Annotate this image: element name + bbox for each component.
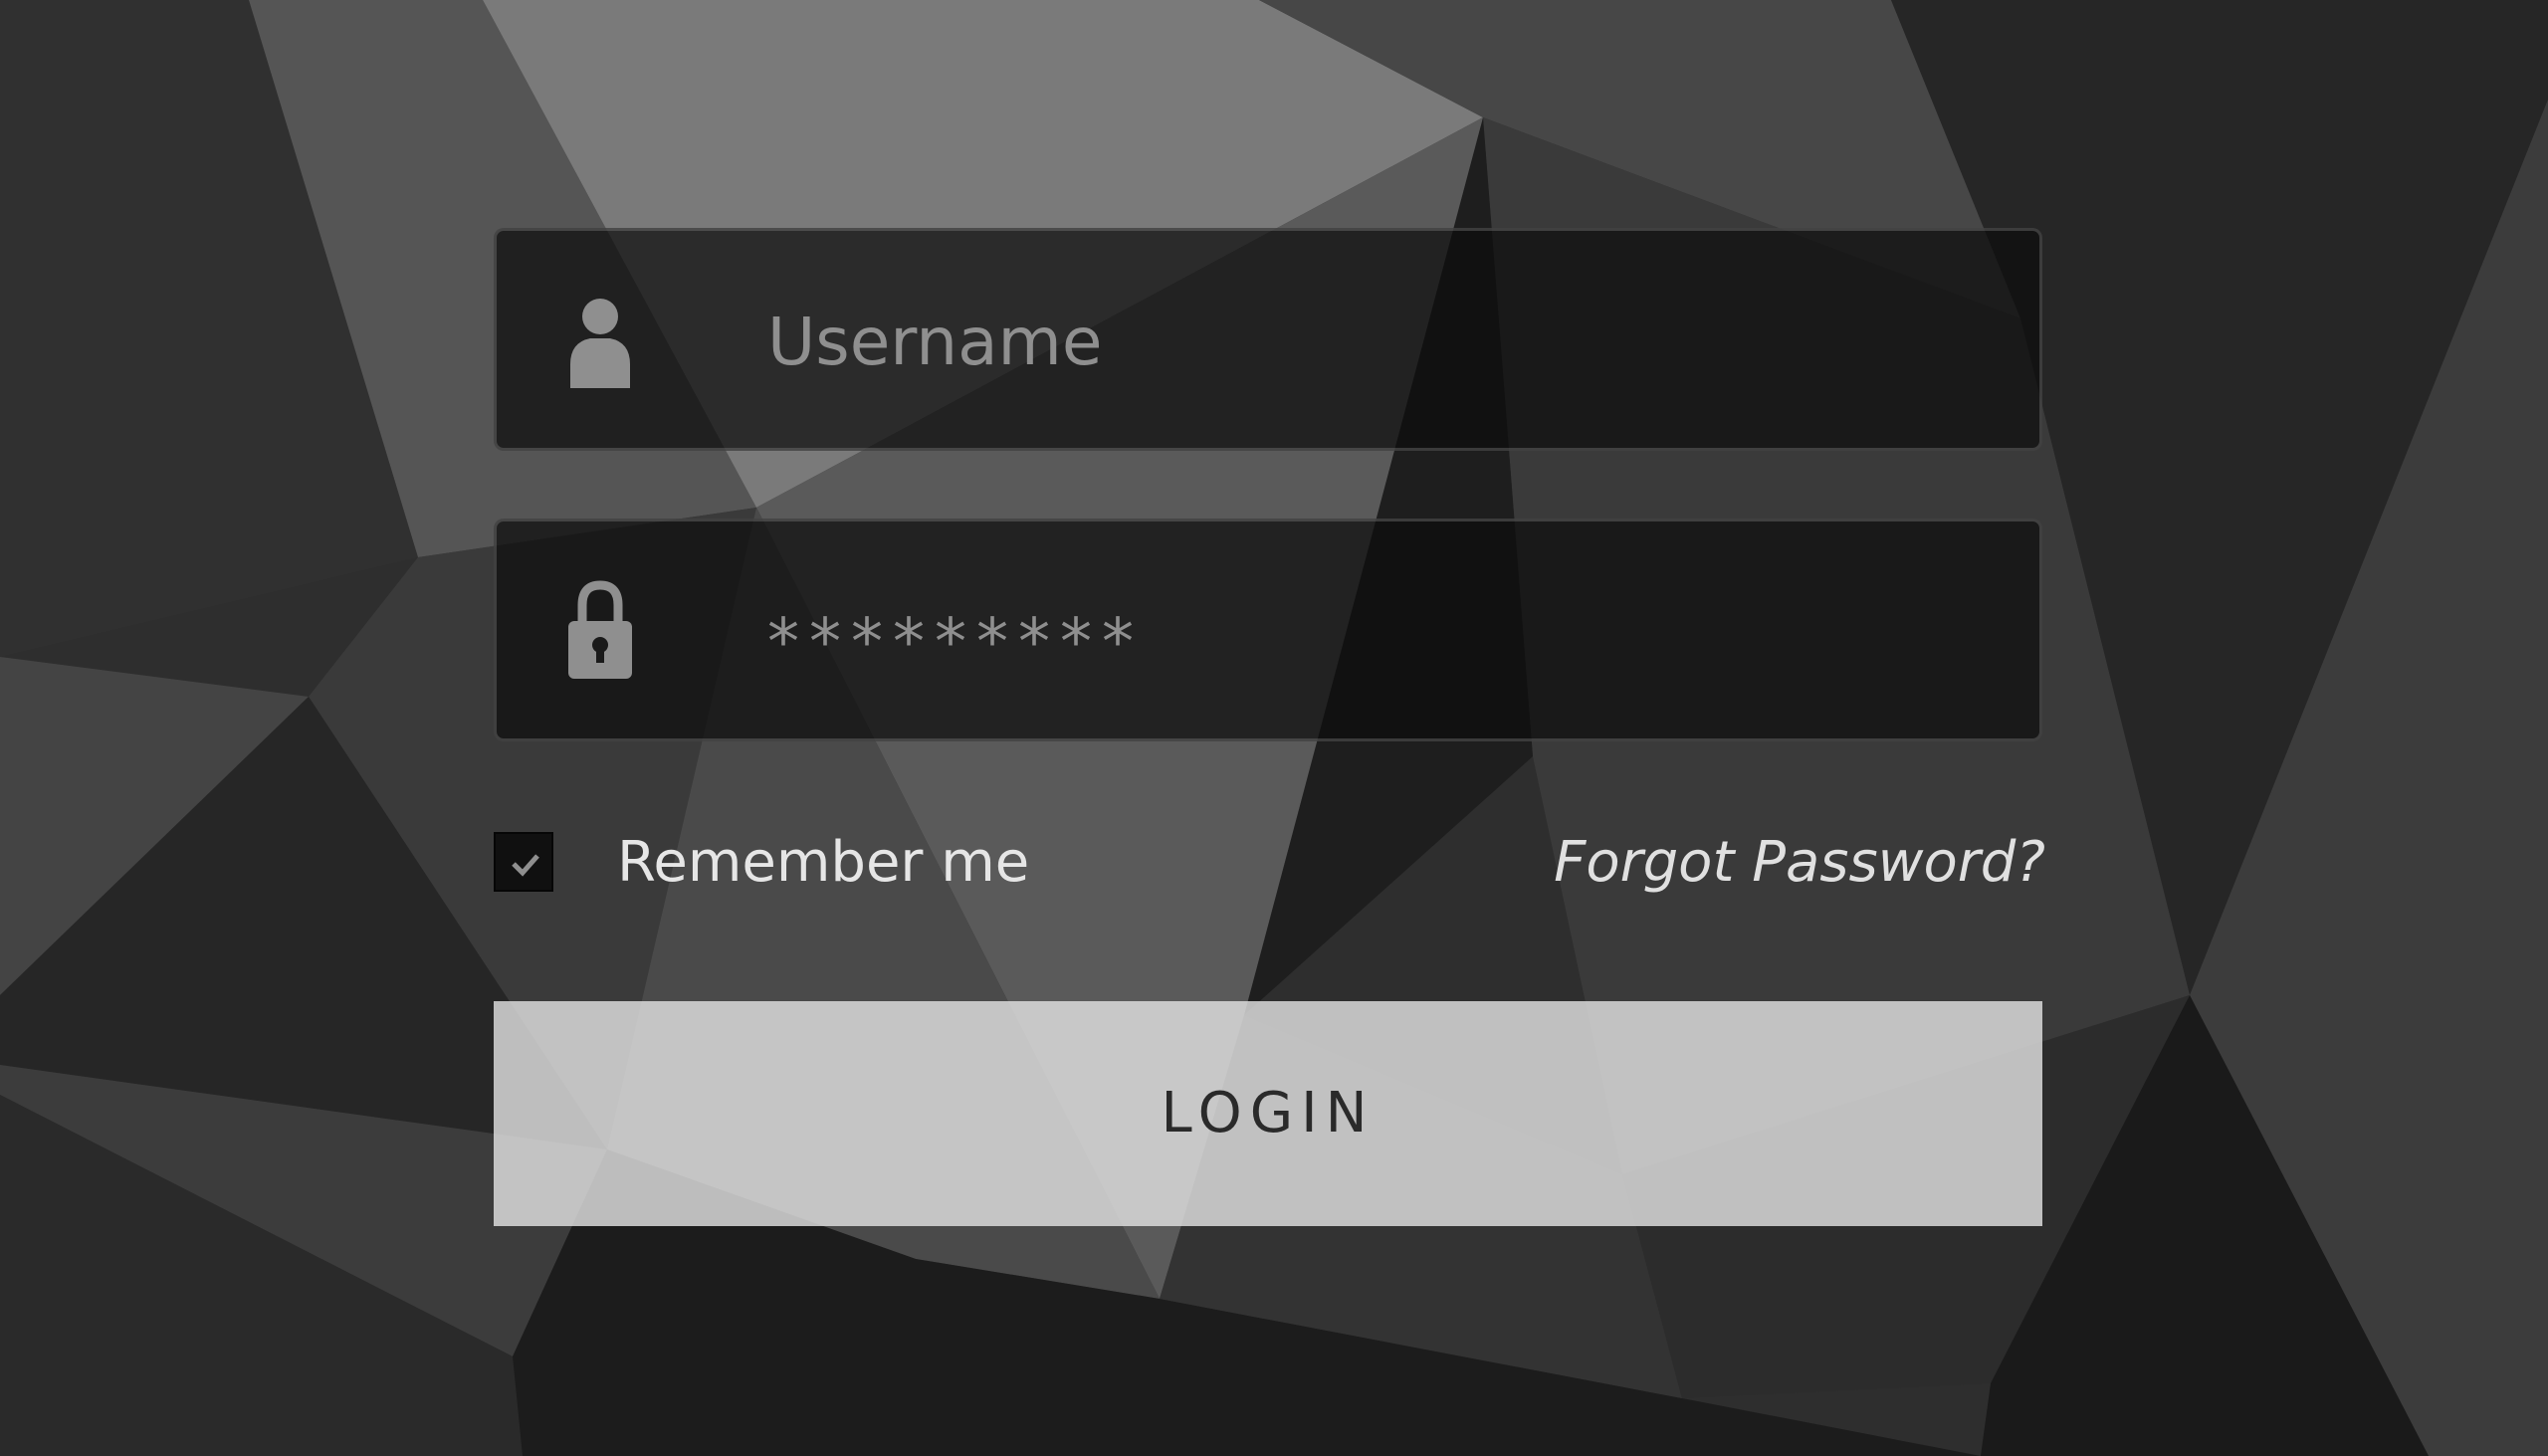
password-field[interactable]: ********* xyxy=(494,519,2042,741)
username-field[interactable]: Username xyxy=(494,228,2042,451)
remember-checkbox[interactable] xyxy=(494,832,553,892)
user-icon xyxy=(570,299,630,388)
login-screen: Username ********* Remember me Forgot Pa… xyxy=(0,0,2548,1456)
username-placeholder: Username xyxy=(767,304,1103,380)
forgot-password-link[interactable]: Forgot Password? xyxy=(1554,828,2045,898)
password-value: ********* xyxy=(767,606,1144,680)
check-icon xyxy=(512,854,539,877)
lock-icon xyxy=(568,580,632,679)
login-button[interactable]: LOGIN xyxy=(494,1001,2042,1226)
remember-me-label[interactable]: Remember me xyxy=(617,828,1029,898)
